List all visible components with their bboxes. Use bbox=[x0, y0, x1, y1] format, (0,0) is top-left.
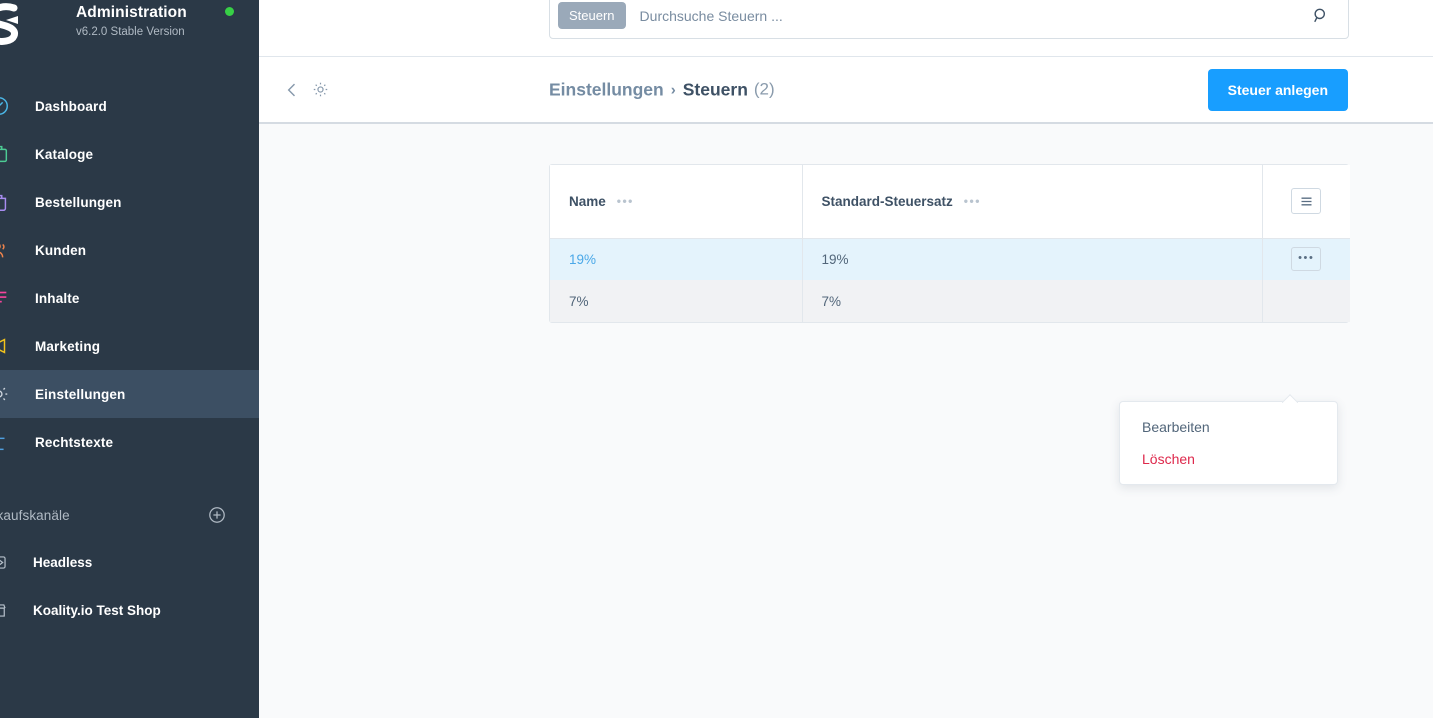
breadcrumb: Einstellungen › Steuern (2) bbox=[549, 79, 775, 100]
headless-channel-icon bbox=[0, 549, 12, 575]
page-header: Einstellungen › Steuern (2) Steuer anleg… bbox=[259, 57, 1433, 124]
column-options-dots-icon[interactable]: ••• bbox=[964, 195, 981, 207]
sales-channels-label: Verkaufskanäle bbox=[0, 507, 70, 523]
tax-table: Name ••• Standard-Steuersatz ••• 19% 19%… bbox=[550, 165, 1350, 322]
sidebar-item-marketing[interactable]: Marketing bbox=[0, 322, 259, 370]
settings-gear-icon bbox=[0, 381, 12, 407]
table-header-row: Name ••• Standard-Steuersatz ••• bbox=[550, 165, 1350, 239]
cell-actions bbox=[1262, 280, 1350, 322]
sidebar: Administration v6.2.0 Stable Version Das… bbox=[0, 0, 259, 718]
status-dot bbox=[225, 7, 234, 16]
sales-channel-label: Headless bbox=[33, 554, 93, 570]
sidebar-item-label: Kataloge bbox=[35, 146, 94, 162]
cell-rate: 7% bbox=[802, 280, 1263, 322]
cell-name: 7% bbox=[550, 280, 803, 322]
context-menu-arrow bbox=[1282, 394, 1298, 403]
search-magnifier-icon[interactable] bbox=[1308, 3, 1334, 29]
table-body: 19% 19% ••• 7% 7% bbox=[550, 238, 1350, 322]
breadcrumb-separator-icon: › bbox=[670, 81, 676, 98]
row-context-menu: Bearbeiten Löschen bbox=[1119, 401, 1338, 485]
sidebar-item-label: Marketing bbox=[35, 338, 101, 354]
sidebar-item-label: Bestellungen bbox=[35, 194, 122, 210]
sidebar-item-kunden[interactable]: Kunden bbox=[0, 226, 259, 274]
column-header-rate: Standard-Steuersatz ••• bbox=[802, 165, 1263, 239]
sidebar-divider bbox=[0, 466, 259, 492]
storefront-channel-icon bbox=[0, 597, 12, 623]
column-header-label: Name bbox=[569, 193, 606, 209]
sidebar-item-label: Dashboard bbox=[35, 98, 107, 114]
search-scope-pill[interactable]: Steuern bbox=[558, 2, 626, 29]
sidebar-item-inhalte[interactable]: Inhalte bbox=[0, 274, 259, 322]
sidebar-item-kataloge[interactable]: Kataloge bbox=[0, 130, 259, 178]
column-header-label: Standard-Steuersatz bbox=[821, 193, 953, 209]
sales-channel-label: Koality.io Test Shop bbox=[33, 602, 161, 618]
brand-version: v6.2.0 Stable Version bbox=[76, 26, 185, 38]
top-search-bar: Steuern bbox=[259, 0, 1433, 57]
sidebar-item-dashboard[interactable]: Dashboard bbox=[0, 82, 259, 130]
row-actions-dots-icon[interactable]: ••• bbox=[1291, 247, 1322, 272]
orders-bag-icon bbox=[0, 189, 12, 215]
column-options-dots-icon[interactable]: ••• bbox=[617, 195, 634, 207]
shopware-logo-icon bbox=[0, 2, 30, 46]
column-header-name: Name ••• bbox=[550, 165, 803, 239]
sidebar-item-rechtstexte[interactable]: Rechtstexte bbox=[0, 418, 259, 466]
sidebar-item-label: Einstellungen bbox=[35, 386, 126, 402]
customers-people-icon bbox=[0, 237, 12, 263]
sales-channel-headless[interactable]: Headless bbox=[0, 538, 259, 586]
cell-actions: ••• bbox=[1262, 238, 1350, 280]
column-header-actions bbox=[1262, 165, 1350, 239]
gear-icon[interactable] bbox=[309, 79, 331, 101]
cell-name: 19% bbox=[550, 238, 803, 280]
table-row[interactable]: 19% 19% ••• bbox=[550, 238, 1350, 280]
sidebar-item-label: Kunden bbox=[35, 242, 87, 258]
cell-rate: 19% bbox=[802, 238, 1263, 280]
sidebar-item-bestellungen[interactable]: Bestellungen bbox=[0, 178, 259, 226]
content-area: Name ••• Standard-Steuersatz ••• 19% 19%… bbox=[259, 124, 1433, 716]
tax-name-text: 7% bbox=[569, 293, 589, 309]
sales-channel-koality-test-shop[interactable]: Koality.io Test Shop bbox=[0, 586, 259, 634]
tax-list-card: Name ••• Standard-Steuersatz ••• 19% 19%… bbox=[549, 164, 1350, 323]
sidebar-item-einstellungen[interactable]: Einstellungen bbox=[0, 370, 259, 418]
breadcrumb-parent[interactable]: Einstellungen bbox=[549, 79, 664, 100]
sidebar-item-label: Rechtstexte bbox=[35, 434, 114, 450]
marketing-megaphone-icon bbox=[0, 333, 12, 359]
tax-name-link[interactable]: 19% bbox=[569, 252, 596, 267]
table-row[interactable]: 7% 7% bbox=[550, 280, 1350, 322]
main-area: Steuern Einstellungen › Steuern ( bbox=[259, 0, 1433, 718]
table-header: Name ••• Standard-Steuersatz ••• bbox=[550, 165, 1350, 239]
sidebar-item-label: Inhalte bbox=[35, 290, 80, 306]
sales-channels-section-header: Verkaufskanäle bbox=[0, 492, 259, 538]
search-input[interactable] bbox=[625, 7, 1308, 24]
table-settings-hamburger-icon[interactable] bbox=[1291, 188, 1322, 215]
create-tax-button[interactable]: Steuer anlegen bbox=[1207, 68, 1348, 111]
plus-circle-icon[interactable] bbox=[208, 506, 226, 524]
content-lines-icon bbox=[0, 285, 12, 311]
breadcrumb-count: (2) bbox=[753, 79, 775, 99]
global-search-box[interactable]: Steuern bbox=[549, 0, 1349, 39]
sidebar-nav: Dashboard Kataloge Bestellungen Kunden I… bbox=[0, 82, 259, 466]
context-menu-item-delete[interactable]: Löschen bbox=[1120, 443, 1337, 475]
legal-scales-icon bbox=[0, 429, 12, 455]
chevron-left-icon[interactable] bbox=[281, 79, 303, 101]
sidebar-brand: Administration v6.2.0 Stable Version bbox=[0, 0, 259, 58]
breadcrumb-current: Steuern bbox=[682, 79, 748, 99]
context-menu-item-edit[interactable]: Bearbeiten bbox=[1120, 411, 1337, 443]
catalog-box-icon bbox=[0, 141, 12, 167]
dashboard-speedometer-icon bbox=[0, 93, 12, 119]
